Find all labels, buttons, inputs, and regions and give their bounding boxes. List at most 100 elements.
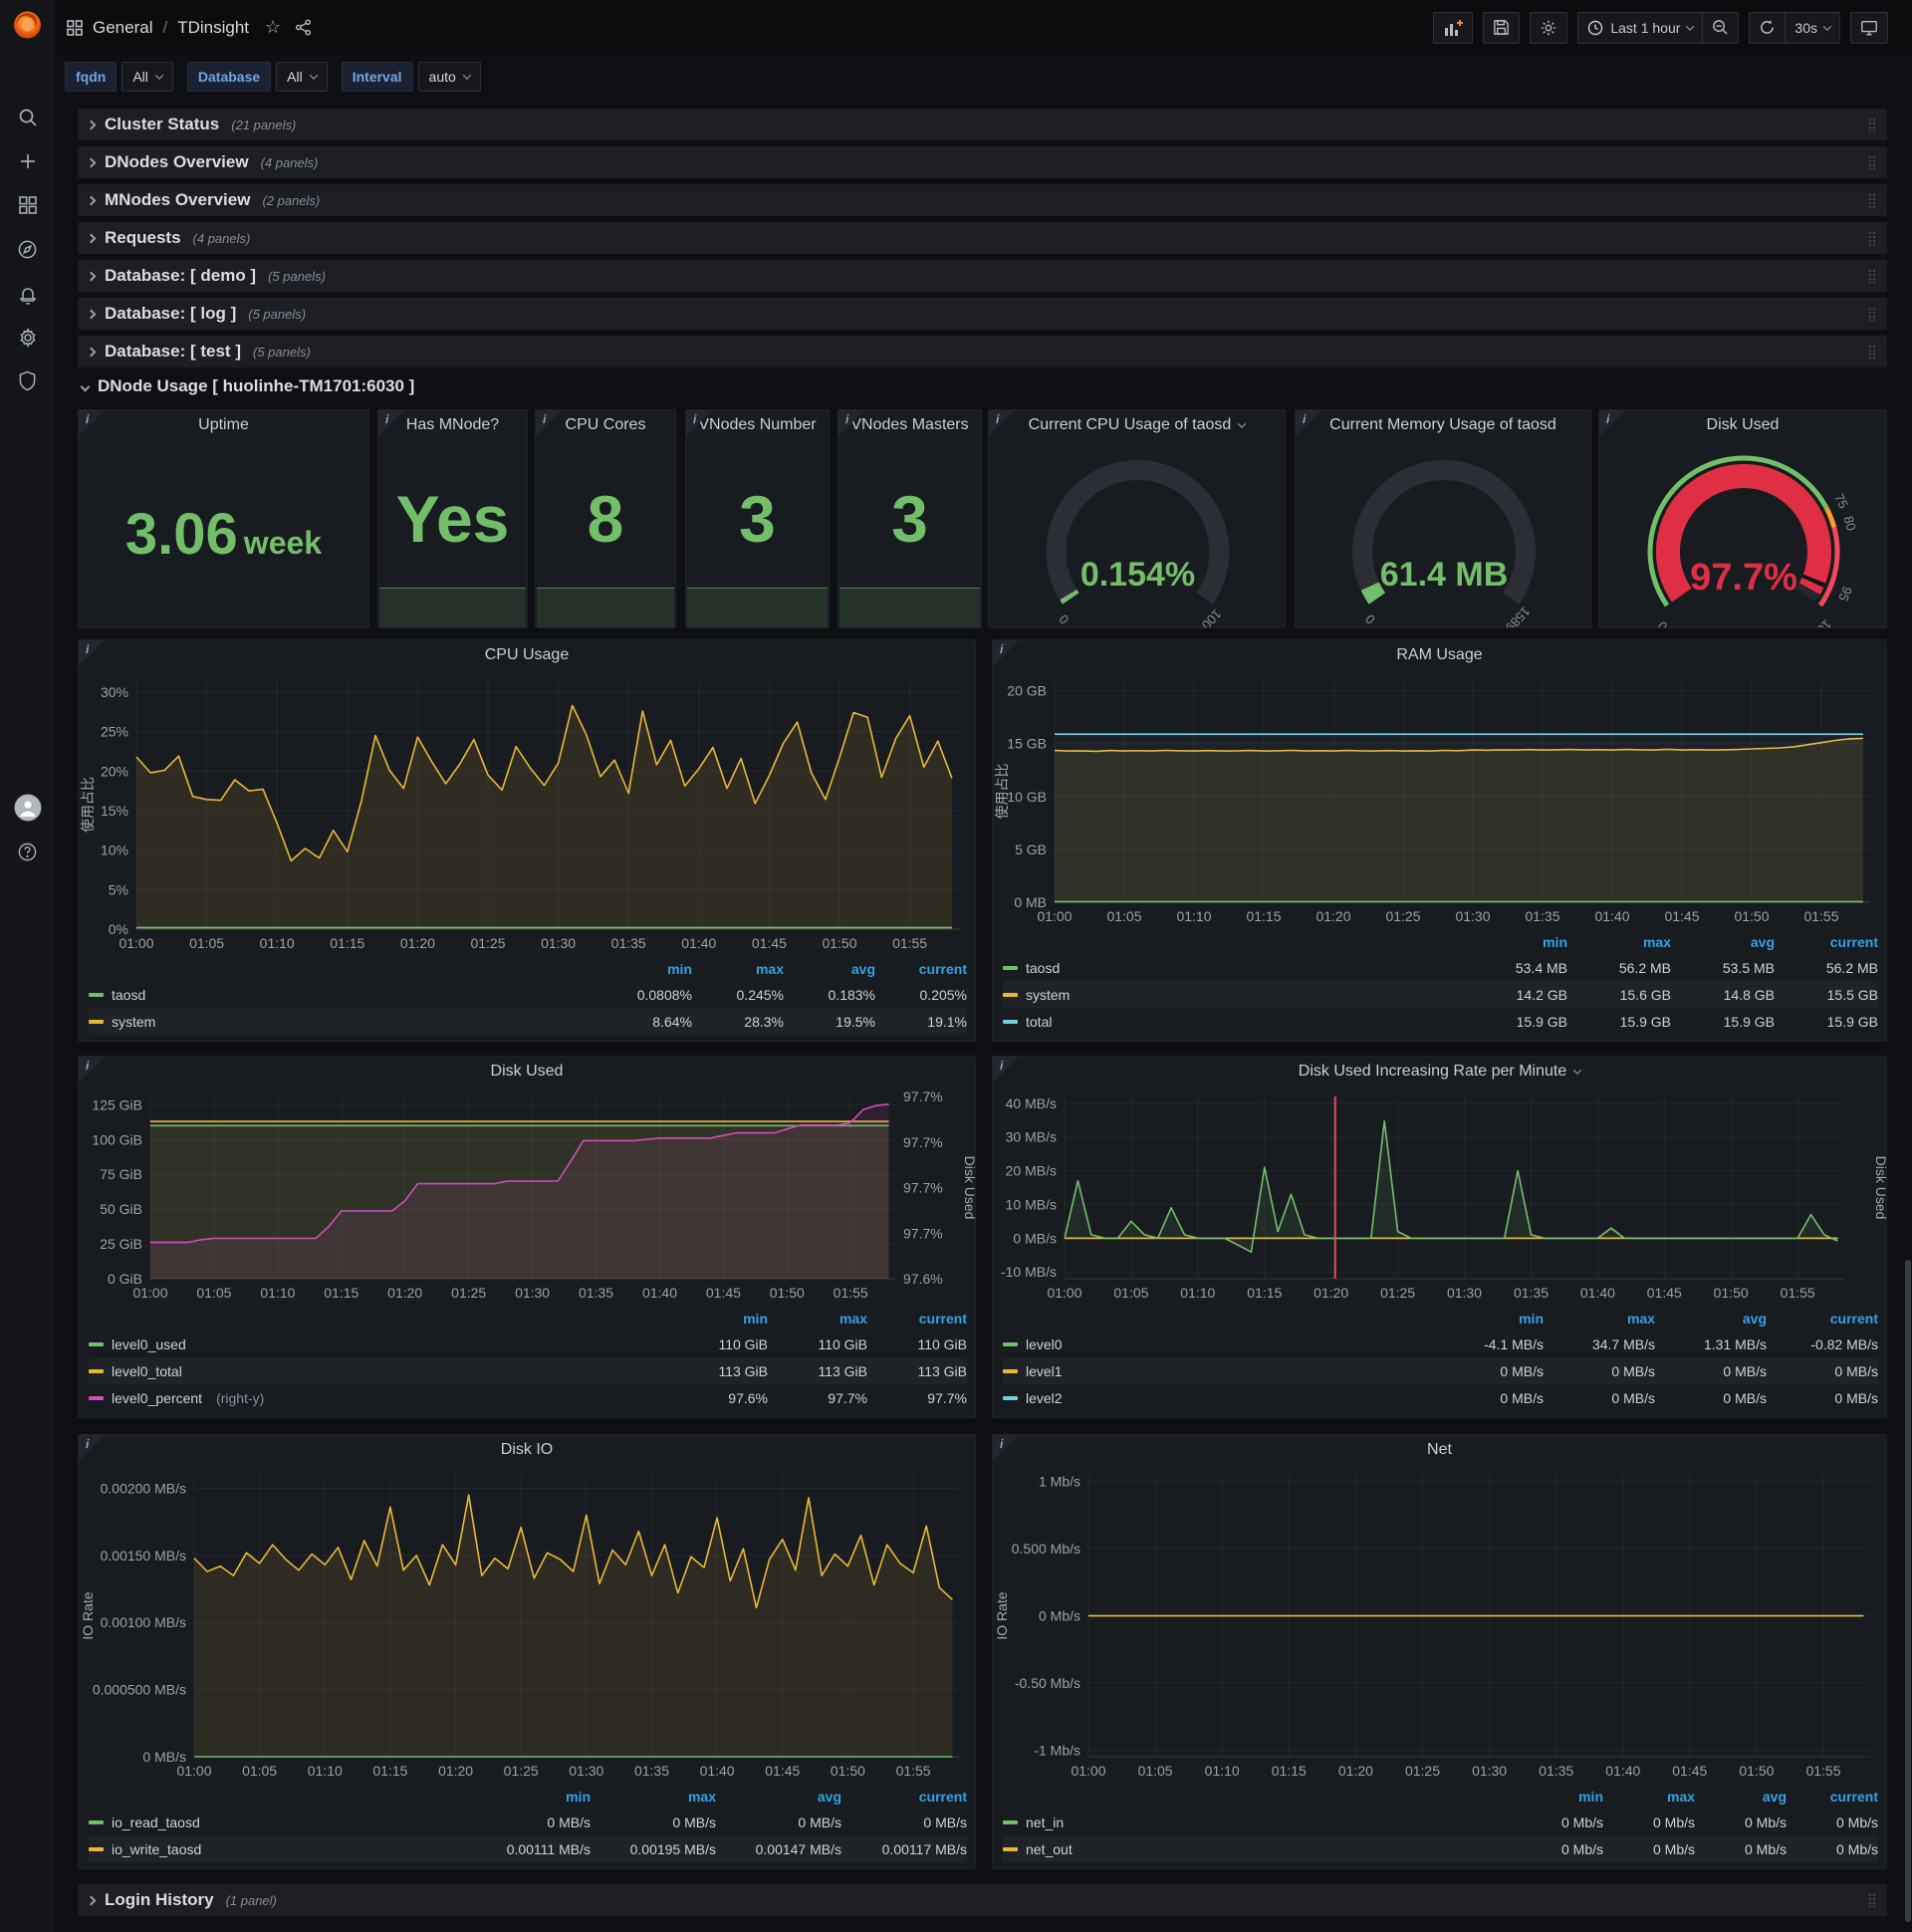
scrollbar-thumb[interactable] (1905, 1260, 1911, 1922)
row-drag-handle-icon[interactable]: ⣿ (1867, 344, 1877, 361)
legend-header-max[interactable]: max (692, 961, 784, 977)
panel-info-corner[interactable] (79, 1435, 105, 1461)
legend-header-max[interactable]: max (1603, 1789, 1695, 1805)
panel-title[interactable]: Disk Used Increasing Rate per Minute (993, 1057, 1886, 1087)
legend-series-name[interactable]: level0_total (89, 1363, 668, 1379)
panel-title[interactable]: Net (993, 1435, 1886, 1465)
legend-series-name[interactable]: system (89, 1014, 600, 1030)
legend-header-current[interactable]: current (1767, 1311, 1878, 1327)
legend-series-name[interactable]: level0 (1003, 1336, 1432, 1352)
breadcrumb-section[interactable]: General (93, 18, 152, 38)
legend-series-name[interactable]: level0_percent (right-y) (89, 1390, 668, 1406)
legend-series-name[interactable]: level1 (1003, 1363, 1432, 1379)
legend-series-name[interactable]: io_read_taosd (89, 1814, 465, 1830)
row-database-log[interactable]: Database: [ log ] (5 panels) ⣿ (78, 298, 1887, 330)
row-requests[interactable]: Requests (4 panels) ⣿ (78, 222, 1887, 254)
variable-interval-value[interactable]: auto (417, 62, 481, 92)
sidebar-item-configuration[interactable] (0, 320, 55, 360)
panel-info-corner[interactable] (536, 410, 562, 436)
row-login-history[interactable]: Login History (1 panel) ⣿ (78, 1884, 1887, 1916)
row-mnodes-overview[interactable]: MNodes Overview (2 panels) ⣿ (78, 184, 1887, 216)
row-drag-handle-icon[interactable]: ⣿ (1867, 192, 1877, 209)
row-drag-handle-icon[interactable]: ⣿ (1867, 1892, 1877, 1909)
legend-header-current[interactable]: current (867, 1311, 967, 1327)
sidebar-item-explore[interactable] (0, 232, 55, 272)
save-dashboard-button[interactable] (1483, 11, 1521, 44)
legend-header-max[interactable]: max (1567, 934, 1671, 950)
panel-title[interactable]: CPU Usage (79, 640, 975, 670)
row-drag-handle-icon[interactable]: ⣿ (1867, 268, 1877, 285)
row-drag-handle-icon[interactable]: ⣿ (1867, 117, 1877, 133)
legend-header-current[interactable]: current (1787, 1789, 1878, 1805)
legend-header-min[interactable]: min (465, 1789, 591, 1805)
row-cluster-status[interactable]: Cluster Status (21 panels) ⣿ (78, 109, 1887, 140)
panel-info-corner[interactable] (993, 640, 1019, 666)
sidebar-item-alerting[interactable] (0, 277, 55, 317)
sidebar-item-profile[interactable] (0, 790, 55, 830)
chart-plot-area[interactable]: 01:00 01:05 01:10 01:15 01:20 01:25 01:30 01:35… (993, 670, 1886, 928)
legend-series-name[interactable]: net_out (1003, 1841, 1512, 1857)
panel-info-corner[interactable] (989, 410, 1015, 436)
legend-header-max[interactable]: max (768, 1311, 867, 1327)
star-dashboard-icon[interactable]: ☆ (265, 17, 281, 38)
legend-series-name[interactable]: level0_used (89, 1336, 668, 1352)
legend-header-avg[interactable]: avg (784, 961, 875, 977)
dashboard-settings-button[interactable] (1530, 11, 1568, 44)
time-range-button[interactable]: Last 1 hour (1577, 11, 1704, 44)
sidebar-item-help[interactable] (0, 835, 55, 874)
sidebar-item-search[interactable] (0, 100, 55, 139)
panel-info-corner[interactable] (378, 410, 404, 436)
breadcrumb-page-title[interactable]: TDinsight (177, 18, 249, 38)
row-database-demo[interactable]: Database: [ demo ] (5 panels) ⣿ (78, 260, 1887, 292)
row-drag-handle-icon[interactable]: ⣿ (1867, 306, 1877, 323)
chart-plot-area[interactable]: 01:00 01:05 01:10 01:15 01:20 01:25 01:30 01:35… (993, 1087, 1886, 1305)
grafana-logo-icon[interactable] (11, 8, 44, 41)
row-database-test[interactable]: Database: [ test ] (5 panels) ⣿ (78, 336, 1887, 367)
cycle-view-mode-button[interactable] (1850, 11, 1888, 44)
panel-info-corner[interactable] (838, 410, 864, 436)
legend-header-current[interactable]: current (875, 961, 967, 977)
chart-plot-area[interactable]: 01:00 01:05 01:10 01:15 01:20 01:25 01:30 01:35… (79, 1087, 975, 1305)
panel-info-corner[interactable] (79, 410, 105, 436)
legend-header-min[interactable]: min (1432, 1311, 1544, 1327)
legend-header-min[interactable]: min (1464, 934, 1567, 950)
share-dashboard-icon[interactable] (295, 19, 312, 36)
legend-header-avg[interactable]: avg (1655, 1311, 1767, 1327)
panel-info-corner[interactable] (79, 640, 105, 666)
panel-title[interactable]: RAM Usage (993, 640, 1886, 670)
add-panel-button[interactable] (1433, 11, 1474, 44)
refresh-button[interactable] (1749, 11, 1787, 44)
legend-series-name[interactable]: level2 (1003, 1390, 1432, 1406)
chart-plot-area[interactable]: 01:00 01:05 01:10 01:15 01:20 01:25 01:30 01:35… (993, 1465, 1886, 1783)
panel-title[interactable]: Uptime (79, 410, 368, 440)
variable-database-value[interactable]: All (276, 62, 328, 92)
panel-title[interactable]: Disk Used (79, 1057, 975, 1087)
legend-header-min[interactable]: min (600, 961, 692, 977)
chart-plot-area[interactable]: 01:00 01:05 01:10 01:15 01:20 01:25 01:30 01:35… (79, 670, 975, 955)
sidebar-item-create[interactable] (0, 143, 55, 183)
legend-header-min[interactable]: min (668, 1311, 768, 1327)
sidebar-item-dashboards[interactable] (0, 187, 55, 227)
legend-header-max[interactable]: max (591, 1789, 716, 1805)
panel-title[interactable]: Disk Used (1599, 410, 1886, 440)
sidebar-item-server-admin[interactable] (0, 363, 55, 403)
refresh-interval-button[interactable]: 30s (1786, 11, 1840, 44)
panel-title[interactable]: Current Memory Usage of taosd (1296, 410, 1590, 440)
legend-header-avg[interactable]: avg (1695, 1789, 1787, 1805)
panel-info-corner[interactable] (1599, 410, 1625, 436)
legend-header-avg[interactable]: avg (1671, 934, 1775, 950)
panel-info-corner[interactable] (993, 1057, 1019, 1083)
panel-info-corner[interactable] (79, 1057, 105, 1083)
legend-series-name[interactable]: net_in (1003, 1814, 1512, 1830)
legend-header-min[interactable]: min (1512, 1789, 1603, 1805)
chart-plot-area[interactable]: 01:00 01:05 01:10 01:15 01:20 01:25 01:30 01:35… (79, 1465, 975, 1783)
legend-series-name[interactable]: taosd (89, 987, 600, 1003)
legend-header-max[interactable]: max (1544, 1311, 1655, 1327)
variable-fqdn-value[interactable]: All (121, 62, 173, 92)
legend-series-name[interactable]: taosd (1003, 960, 1464, 976)
row-drag-handle-icon[interactable]: ⣿ (1867, 154, 1877, 171)
legend-header-avg[interactable]: avg (716, 1789, 841, 1805)
legend-series-name[interactable]: io_write_taosd (89, 1841, 465, 1857)
legend-header-current[interactable]: current (841, 1789, 967, 1805)
panel-info-corner[interactable] (993, 1435, 1019, 1461)
